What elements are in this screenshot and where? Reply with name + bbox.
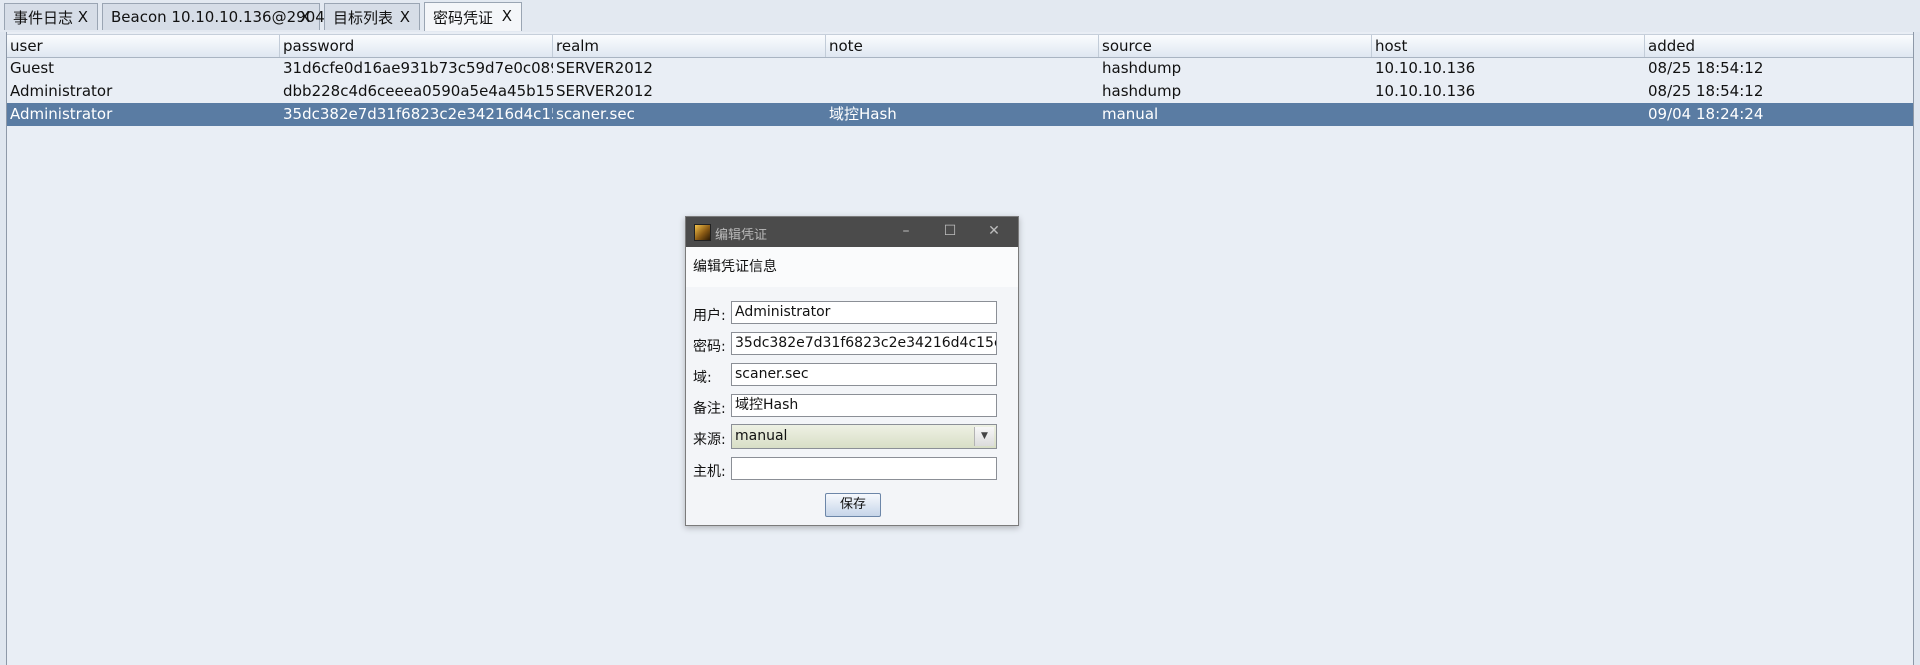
host-label: 主机: — [693, 464, 726, 480]
tab-close-icon[interactable]: X — [300, 8, 310, 26]
column-header-added[interactable]: added — [1645, 35, 1913, 57]
source-select-value: manual — [735, 428, 788, 444]
note-label: 备注: — [693, 401, 726, 417]
cell-host: 10.10.10.136 — [1375, 82, 1476, 100]
tab-bar: 事件日志 X Beacon 10.10.10.136@2904 X 目标列表 X… — [0, 0, 1920, 32]
minimize-icon[interactable]: – — [896, 221, 916, 241]
source-label: 来源: — [693, 432, 726, 448]
cell-source: manual — [1102, 105, 1159, 123]
cell-source: hashdump — [1102, 82, 1182, 100]
table-row[interactable]: Guest 31d6cfe0d16ae931b73c59d7e0c089c0 S… — [7, 57, 1913, 80]
tab-label: 事件日志 — [13, 8, 74, 27]
column-header-password[interactable]: password — [280, 35, 553, 57]
realm-input[interactable]: scaner.sec — [731, 363, 997, 386]
cell-host: 10.10.10.136 — [1375, 59, 1476, 77]
column-header-user[interactable]: user — [7, 35, 280, 57]
cell-added: 08/25 18:54:12 — [1648, 59, 1764, 77]
table-header: user password realm note source host add… — [7, 34, 1913, 58]
dialog-titlebar[interactable]: 编辑凭证 – ☐ ✕ — [686, 217, 1018, 247]
edit-credential-dialog: 编辑凭证 – ☐ ✕ 编辑凭证信息 用户: Administrator 密码: … — [685, 216, 1019, 526]
cell-realm: SERVER2012 — [556, 59, 653, 77]
host-input[interactable] — [731, 457, 997, 480]
close-icon[interactable]: ✕ — [984, 221, 1004, 241]
cell-added: 09/04 18:24:24 — [1648, 105, 1764, 123]
column-header-note[interactable]: note — [826, 35, 1099, 57]
dialog-title: 编辑凭证 — [715, 228, 768, 243]
tab-close-icon[interactable]: X — [400, 8, 410, 26]
password-input[interactable]: 35dc382e7d31f6823c2e34216d4c15cb — [731, 332, 997, 355]
chevron-down-icon[interactable]: ▼ — [974, 427, 994, 446]
tab-target-list[interactable]: 目标列表 X — [324, 3, 420, 30]
note-input[interactable]: 域控Hash — [731, 394, 997, 417]
password-label: 密码: — [693, 339, 726, 355]
cell-password: dbb228c4d6ceeea0590a5e4a45b1572c — [283, 82, 553, 100]
cell-password: 31d6cfe0d16ae931b73c59d7e0c089c0 — [283, 59, 553, 77]
column-header-source[interactable]: source — [1099, 35, 1372, 57]
cell-added: 08/25 18:54:12 — [1648, 82, 1764, 100]
cell-user: Guest — [10, 59, 55, 77]
cell-realm: scaner.sec — [556, 105, 635, 123]
tab-event-log[interactable]: 事件日志 X — [4, 3, 98, 30]
dialog-header-text: 编辑凭证信息 — [693, 259, 777, 275]
column-header-host[interactable]: host — [1372, 35, 1645, 57]
tab-label: 密码凭证 — [433, 8, 494, 27]
tab-credentials[interactable]: 密码凭证 X — [424, 2, 522, 31]
user-label: 用户: — [693, 308, 726, 324]
tab-label: Beacon 10.10.10.136@2904 — [111, 8, 325, 26]
tab-label: 目标列表 — [333, 8, 394, 27]
table-row-selected[interactable]: Administrator 35dc382e7d31f6823c2e34216d… — [7, 103, 1913, 126]
dialog-header: 编辑凭证信息 — [686, 247, 1018, 287]
column-header-realm[interactable]: realm — [553, 35, 826, 57]
cell-user: Administrator — [10, 105, 113, 123]
source-select[interactable]: manual ▼ — [731, 424, 997, 449]
tab-close-icon[interactable]: X — [502, 7, 512, 25]
table-row[interactable]: Administrator dbb228c4d6ceeea0590a5e4a45… — [7, 80, 1913, 103]
cell-user: Administrator — [10, 82, 113, 100]
cell-source: hashdump — [1102, 59, 1182, 77]
tab-close-icon[interactable]: X — [78, 8, 88, 26]
maximize-icon[interactable]: ☐ — [940, 221, 960, 241]
realm-label: 域: — [693, 370, 712, 386]
cell-realm: SERVER2012 — [556, 82, 653, 100]
tab-beacon[interactable]: Beacon 10.10.10.136@2904 X — [102, 3, 325, 30]
user-input[interactable]: Administrator — [731, 301, 997, 324]
save-button[interactable]: 保存 — [825, 493, 881, 517]
cell-password: 35dc382e7d31f6823c2e34216d4c15cb — [283, 105, 553, 123]
cell-note: 域控Hash — [829, 105, 897, 123]
app-icon — [694, 224, 711, 241]
